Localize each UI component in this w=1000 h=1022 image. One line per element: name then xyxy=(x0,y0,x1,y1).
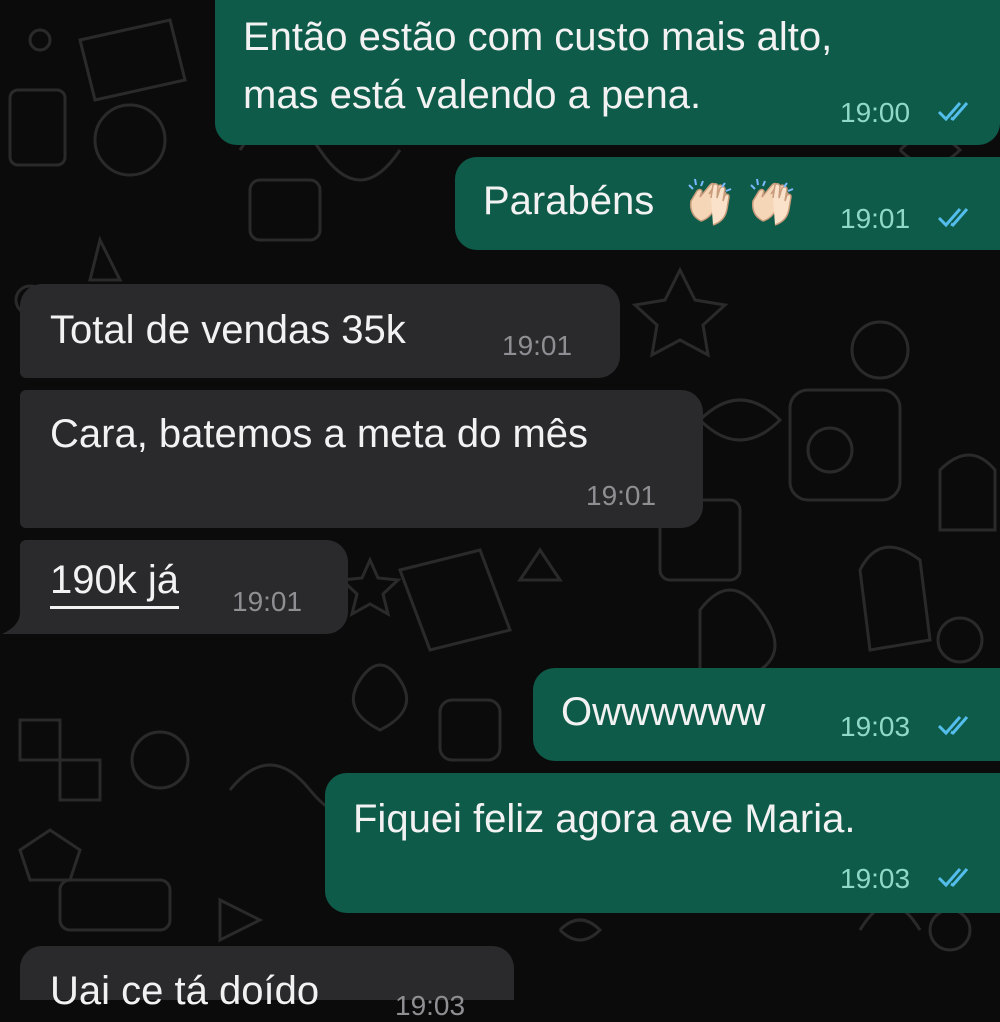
message-text-line: Então estão com custo mais alto, xyxy=(243,15,833,59)
outgoing-message[interactable]: Então estão com custo mais alto, mas est… xyxy=(215,0,1000,145)
message-timestamp: 19:03 xyxy=(395,990,466,1021)
incoming-message[interactable]: Cara, batemos a meta do mês 19:01 xyxy=(20,390,703,528)
message-timestamp: 19:01 xyxy=(232,586,303,617)
message-timestamp: 19:03 xyxy=(840,863,911,894)
message-text-line: mas está valendo a pena. xyxy=(243,73,702,117)
message-text: Parabéns xyxy=(483,179,655,223)
message-text: 190k já xyxy=(50,556,179,609)
incoming-message[interactable]: Total de vendas 35k 19:01 xyxy=(20,284,620,378)
message-timestamp: 19:03 xyxy=(840,711,911,742)
bubble-tail xyxy=(2,612,32,634)
clapping-hands-icon xyxy=(688,178,732,226)
double-check-icon xyxy=(937,868,969,888)
double-check-icon xyxy=(937,716,969,736)
double-check-icon xyxy=(937,208,969,228)
double-check-icon xyxy=(937,102,969,122)
message-timestamp: 19:00 xyxy=(840,97,911,128)
outgoing-message[interactable]: Parabéns 19:01 xyxy=(455,157,1000,250)
clapping-hands-icon xyxy=(750,178,794,226)
message-timestamp: 19:01 xyxy=(840,203,911,234)
outgoing-message[interactable]: Owwwwww 19:03 xyxy=(533,668,1000,761)
message-text: Uai ce tá doído xyxy=(50,969,320,1013)
message-timestamp: 19:01 xyxy=(502,330,573,361)
message-text: Owwwwww xyxy=(561,690,766,734)
message-text: Total de vendas 35k xyxy=(50,308,406,352)
message-text: Cara, batemos a meta do mês xyxy=(50,412,589,456)
message-text: Fiquei feliz agora ave Maria. xyxy=(353,797,856,841)
incoming-message[interactable]: Uai ce tá doído 19:03 xyxy=(20,946,514,1021)
message-timestamp: 19:01 xyxy=(586,480,657,511)
incoming-message[interactable]: 190k já 19:01 xyxy=(20,540,348,634)
outgoing-message[interactable]: Fiquei feliz agora ave Maria. 19:03 xyxy=(325,773,1000,913)
